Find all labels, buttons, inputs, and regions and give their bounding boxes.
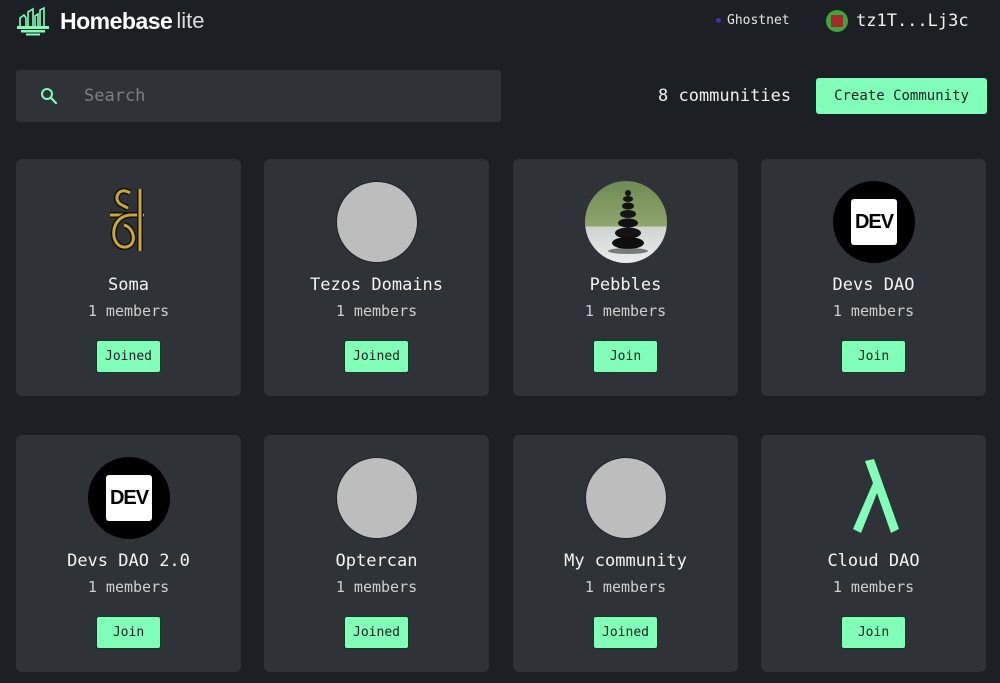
- community-members: 1 members: [87, 302, 170, 320]
- joined-button[interactable]: Joined: [344, 340, 409, 373]
- community-name: Cloud DAO: [827, 551, 920, 571]
- community-name: Pebbles: [589, 275, 662, 295]
- community-members: 1 members: [335, 578, 418, 596]
- community-name: Tezos Domains: [309, 275, 444, 295]
- community-card[interactable]: Tezos Domains 1 members Joined: [264, 159, 489, 396]
- community-card[interactable]: My community 1 members Joined: [513, 435, 738, 672]
- pebbles-photo-icon: [585, 181, 667, 263]
- community-members: 1 members: [584, 302, 667, 320]
- dev-logo-icon: DEV: [88, 457, 170, 539]
- dev-logo-text: DEV: [851, 199, 897, 245]
- search-input[interactable]: [82, 85, 466, 107]
- search-bar[interactable]: [16, 70, 501, 122]
- communities-count: 8 communities: [658, 86, 792, 106]
- community-members: 1 members: [832, 578, 915, 596]
- dev-logo-icon: DEV: [833, 181, 915, 263]
- community-name: Devs DAO 2.0: [67, 551, 190, 571]
- join-button[interactable]: Join: [593, 340, 658, 373]
- soma-logo-icon: [88, 181, 170, 263]
- community-members: 1 members: [832, 302, 915, 320]
- dev-logo-text: DEV: [106, 475, 152, 521]
- community-members: 1 members: [335, 302, 418, 320]
- joined-button[interactable]: Joined: [593, 616, 658, 649]
- community-card[interactable]: Cloud DAO 1 members Join: [761, 435, 986, 672]
- join-button[interactable]: Join: [841, 616, 906, 649]
- network-label: Ghostnet: [727, 13, 790, 28]
- community-name: Optercan: [335, 551, 418, 571]
- community-card[interactable]: Pebbles 1 members Join: [513, 159, 738, 396]
- community-members: 1 members: [87, 578, 170, 596]
- joined-button[interactable]: Joined: [344, 616, 409, 649]
- wallet-address: tz1T...Lj3c: [856, 11, 969, 31]
- community-card[interactable]: Soma 1 members Joined: [16, 159, 241, 396]
- network-indicator[interactable]: Ghostnet: [716, 13, 790, 28]
- homebase-logo-icon: [17, 6, 49, 36]
- community-card[interactable]: DEV Devs DAO 2.0 1 members Join: [16, 435, 241, 672]
- community-name: Devs DAO: [832, 275, 915, 295]
- community-name: My community: [564, 551, 687, 571]
- placeholder-avatar-icon: [585, 457, 667, 539]
- brand-suffix: lite: [176, 8, 205, 33]
- top-bar: Homebase lite Ghostnet tz1T...Lj3c: [0, 0, 1000, 44]
- community-card[interactable]: DEV Devs DAO 1 members Join: [761, 159, 986, 396]
- community-card[interactable]: Optercan 1 members Joined: [264, 435, 489, 672]
- joined-button[interactable]: Joined: [96, 340, 161, 373]
- search-icon: [41, 88, 58, 105]
- wallet-button[interactable]: tz1T...Lj3c: [826, 10, 969, 32]
- wallet-avatar-icon: [826, 10, 848, 32]
- network-status-dot-icon: [716, 18, 721, 23]
- community-name: Soma: [108, 275, 149, 295]
- placeholder-avatar-icon: [336, 457, 418, 539]
- create-community-button[interactable]: Create Community: [816, 78, 987, 114]
- lambda-logo-icon: [833, 457, 915, 539]
- community-members: 1 members: [584, 578, 667, 596]
- join-button[interactable]: Join: [96, 616, 161, 649]
- brand-name: Homebase: [60, 7, 173, 34]
- join-button[interactable]: Join: [841, 340, 906, 373]
- homebase-logo[interactable]: Homebase lite: [16, 6, 204, 36]
- placeholder-avatar-icon: [336, 181, 418, 263]
